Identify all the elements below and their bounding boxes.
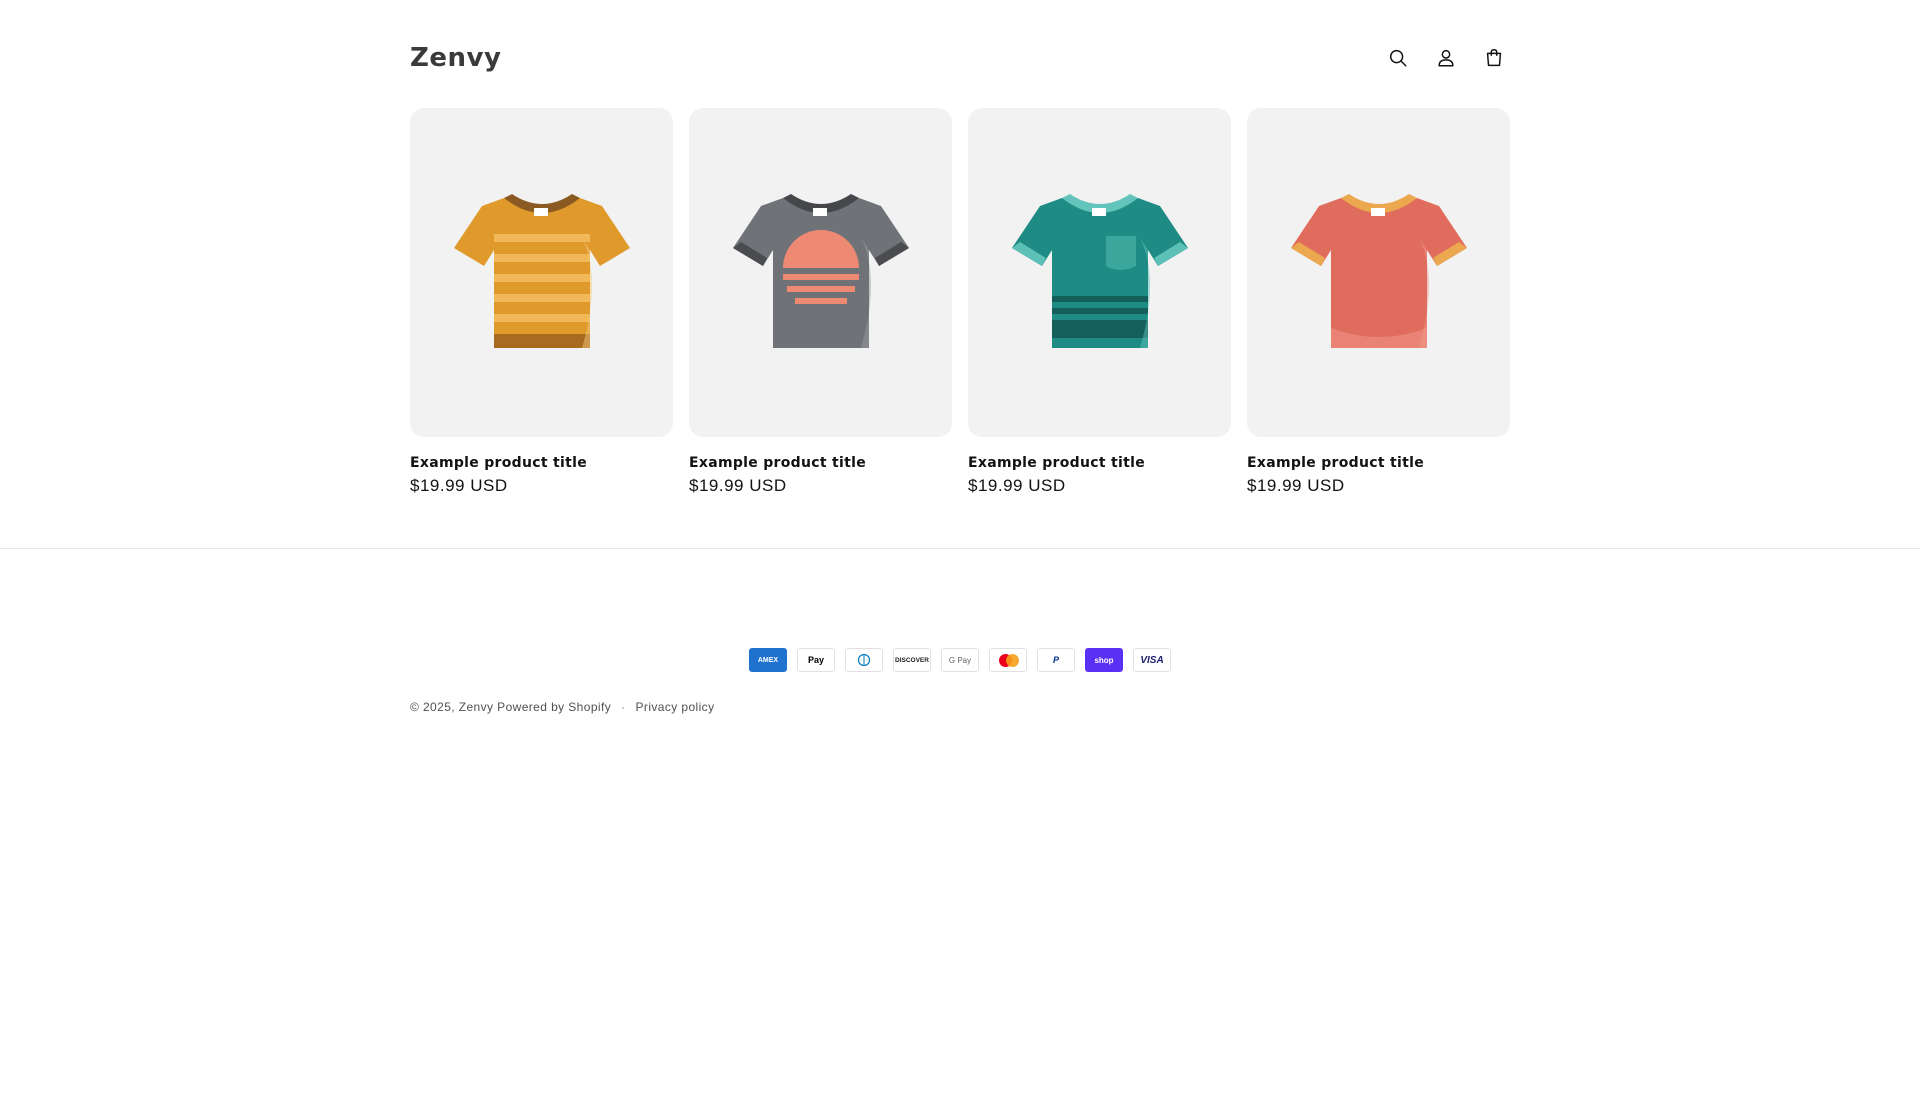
footer-separator: · [621, 700, 626, 714]
cart-icon [1486, 49, 1502, 67]
privacy-policy-link[interactable]: Privacy policy [636, 700, 715, 714]
product-image[interactable] [1247, 108, 1510, 437]
store-logo[interactable]: Zenvy [410, 43, 501, 73]
product-card[interactable]: Example product title $19.99 USD [689, 108, 952, 496]
tshirt-grey-sunset-icon [732, 193, 909, 348]
cart-button[interactable] [1472, 36, 1516, 80]
product-price: $19.99 USD [968, 476, 1066, 495]
payment-icons: AMEX Pay DISCOVER G Pay P shop VISA [0, 648, 1920, 672]
product-card[interactable]: Example product title $19.99 USD [1247, 108, 1510, 496]
tshirt-coral-icon [1290, 193, 1467, 348]
account-button[interactable] [1424, 36, 1468, 80]
diners-club-glyph [857, 654, 871, 666]
copyright-text: © 2025, [410, 700, 456, 714]
page: Zenvy Example product title $19.99 USD E… [410, 29, 1510, 496]
search-button[interactable] [1376, 36, 1420, 80]
account-icon [1438, 49, 1454, 67]
site-footer: AMEX Pay DISCOVER G Pay P shop VISA © 20… [0, 648, 1920, 714]
search-icon [1389, 49, 1407, 67]
product-price: $19.99 USD [1247, 476, 1345, 495]
product-title[interactable]: Example product title [1247, 455, 1510, 471]
product-title[interactable]: Example product title [968, 455, 1231, 471]
product-price: $19.99 USD [689, 476, 787, 495]
product-image[interactable] [689, 108, 952, 437]
discover-icon: DISCOVER [893, 648, 931, 672]
header-icons [1376, 36, 1516, 80]
product-grid: Example product title $19.99 USD Example… [410, 108, 1510, 496]
mastercard-icon [989, 648, 1027, 672]
visa-icon: VISA [1133, 648, 1171, 672]
product-price: $19.99 USD [410, 476, 508, 495]
product-card[interactable]: Example product title $19.99 USD [968, 108, 1231, 496]
footer-bottom: © 2025, Zenvy Powered by Shopify · Priva… [410, 700, 1510, 714]
product-title[interactable]: Example product title [689, 455, 952, 471]
amex-icon: AMEX [749, 648, 787, 672]
product-title[interactable]: Example product title [410, 455, 673, 471]
mastercard-circle-orange [1006, 654, 1019, 667]
product-image[interactable] [968, 108, 1231, 437]
diners-club-icon [845, 648, 883, 672]
paypal-icon: P [1037, 648, 1075, 672]
apple-pay-icon: Pay [797, 648, 835, 672]
store-link[interactable]: Zenvy [459, 700, 494, 714]
product-card[interactable]: Example product title $19.99 USD [410, 108, 673, 496]
site-header: Zenvy [410, 29, 1510, 87]
google-pay-icon: G Pay [941, 648, 979, 672]
tshirt-teal-pocket-icon [1011, 193, 1188, 348]
product-image[interactable] [410, 108, 673, 437]
shop-pay-icon: shop [1085, 648, 1123, 672]
footer-divider [0, 548, 1920, 549]
powered-by-link[interactable]: Powered by Shopify [497, 700, 611, 714]
tshirt-orange-striped-icon [453, 193, 630, 348]
